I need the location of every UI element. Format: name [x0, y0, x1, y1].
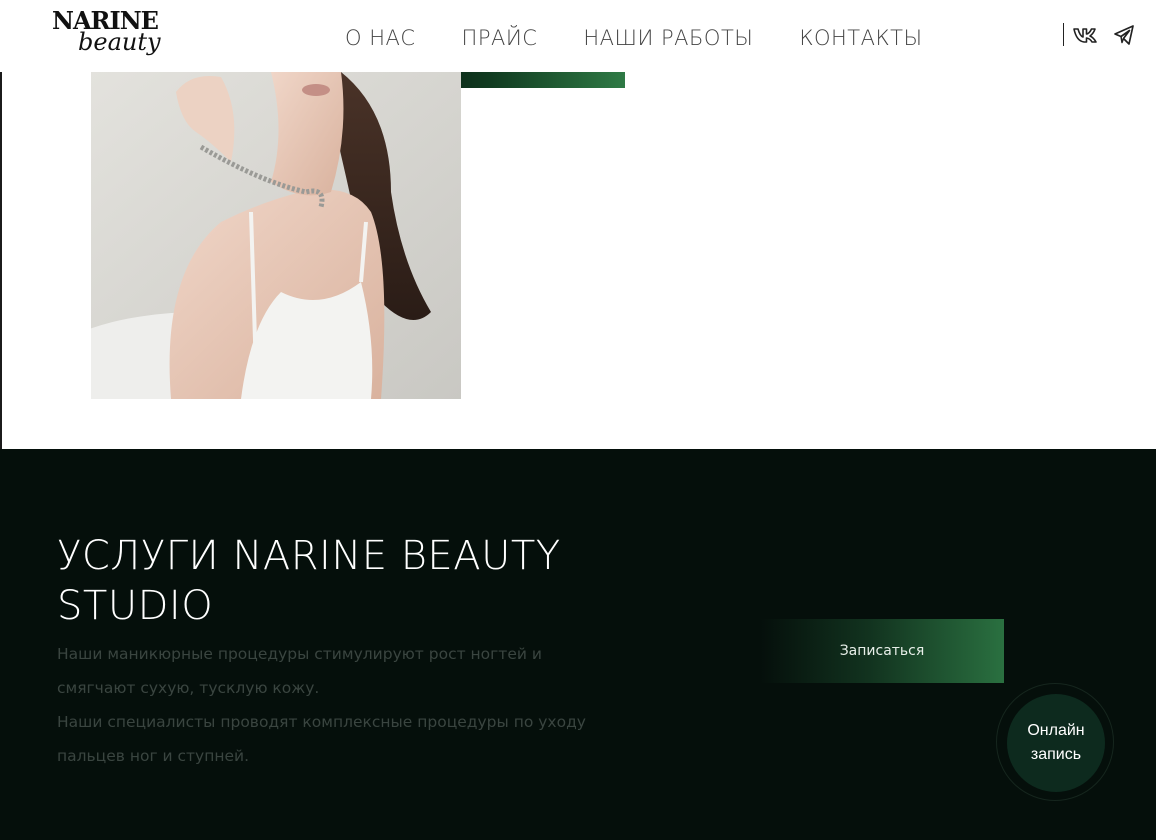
online-booking-button[interactable]: Онлайн запись — [1007, 694, 1105, 792]
services-description: Наши маникюрные процедуры стимулируют ро… — [57, 637, 617, 773]
online-booking-line2: запись — [1030, 746, 1082, 763]
main-nav: О НАС ПРАЙС НАШИ РАБОТЫ КОНТАКТЫ — [345, 24, 922, 52]
services-title-line2: STUDIO — [57, 583, 214, 629]
nav-item-works[interactable]: НАШИ РАБОТЫ — [583, 24, 753, 52]
services-paragraph-2: Наши специалисты проводят комплексные пр… — [57, 713, 586, 765]
vk-icon[interactable] — [1072, 25, 1098, 45]
logo-subtitle: beauty — [78, 28, 161, 56]
services-title: УСЛУГИ NARINE BEAUTY STUDIO — [57, 531, 677, 631]
nav-item-price[interactable]: ПРАЙС — [462, 24, 538, 52]
online-booking-line1: Онлайн — [1027, 722, 1085, 739]
book-button[interactable]: Записаться — [760, 619, 1004, 683]
services-title-line1: УСЛУГИ NARINE BEAUTY — [57, 533, 561, 579]
social-divider — [1063, 23, 1064, 46]
logo[interactable]: NARINE beauty — [52, 8, 182, 70]
nav-item-about[interactable]: О НАС — [345, 24, 416, 52]
site-header: NARINE beauty О НАС ПРАЙС НАШИ РАБОТЫ КО… — [0, 0, 1156, 72]
telegram-icon[interactable] — [1113, 24, 1135, 46]
hero-photo — [91, 72, 461, 399]
nav-item-contacts[interactable]: КОНТАКТЫ — [799, 24, 922, 52]
services-paragraph-1: Наши маникюрные процедуры стимулируют ро… — [57, 645, 542, 697]
